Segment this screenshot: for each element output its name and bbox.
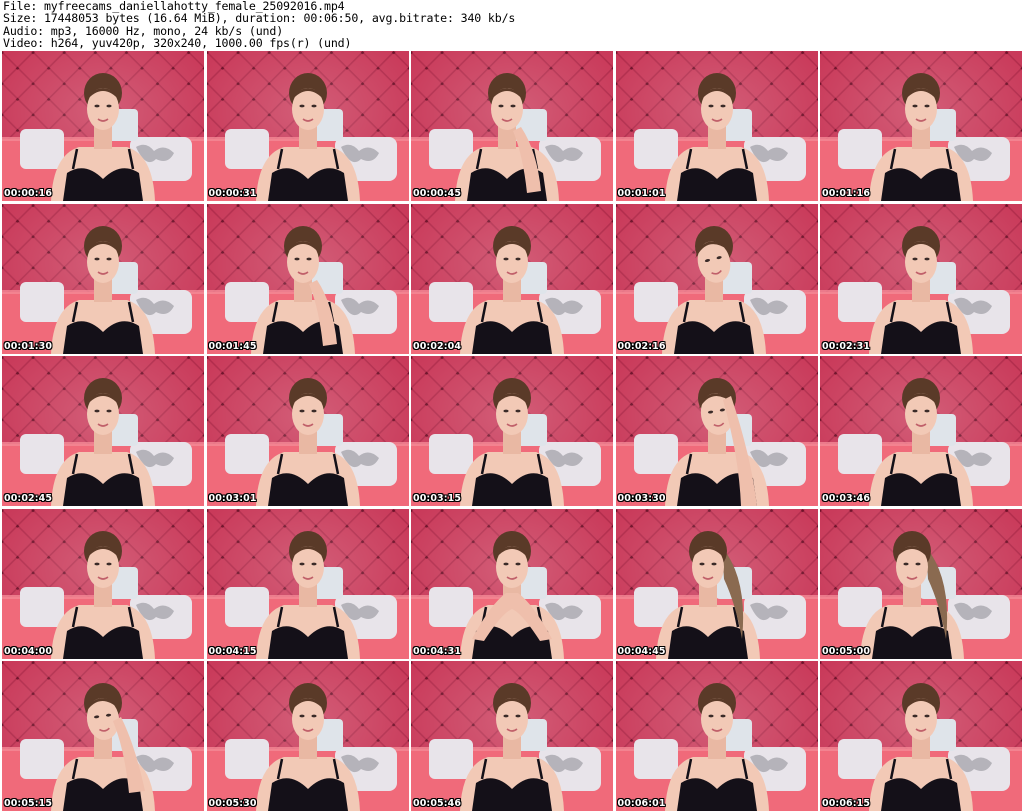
video-frame-thumbnail: 00:05:00	[820, 508, 1022, 659]
frame-timestamp: 00:03:01	[208, 493, 257, 504]
video-frame-thumbnail: 00:03:30	[615, 356, 818, 506]
frame-timestamp: 00:01:01	[617, 188, 666, 199]
video-frame-thumbnail: 00:06:01	[615, 661, 818, 811]
video-frame-thumbnail: 00:03:46	[820, 356, 1022, 506]
frame-timestamp: 00:05:00	[822, 645, 871, 657]
video-frame-thumbnail: 00:03:01	[206, 356, 409, 506]
frame-timestamp: 00:03:30	[617, 493, 666, 504]
frame-image	[411, 508, 613, 659]
thumbnail-grid: 00:00:16 00:00:31 00:00:45 00:01:01 00:01:16…	[2, 51, 1022, 811]
frame-timestamp: 00:04:45	[617, 645, 666, 657]
video-frame-thumbnail: 00:00:31	[206, 51, 409, 201]
video-frame-thumbnail: 00:04:00	[2, 508, 204, 659]
video-frame-thumbnail: 00:06:15	[820, 661, 1022, 811]
frame-image	[820, 508, 1022, 659]
video-frame-thumbnail: 00:01:16	[820, 51, 1022, 201]
frame-image	[615, 508, 818, 659]
frame-image	[2, 508, 204, 659]
frame-image	[615, 661, 818, 811]
frame-timestamp: 00:05:30	[208, 798, 257, 809]
file-size-line: Size: 17448053 bytes (16.64 MiB), durati…	[3, 11, 516, 26]
video-frame-thumbnail: 00:02:31	[820, 203, 1022, 354]
frame-image	[411, 51, 613, 201]
video-frame-thumbnail: 00:01:45	[206, 203, 409, 354]
video-frame-thumbnail: 00:05:15	[2, 661, 204, 811]
frame-image	[2, 203, 204, 354]
frame-timestamp: 00:03:15	[413, 493, 462, 504]
frame-timestamp: 00:02:31	[822, 340, 871, 352]
video-frame-thumbnail: 00:04:15	[206, 508, 409, 659]
video-frame-thumbnail: 00:04:45	[615, 508, 818, 659]
video-frame-thumbnail: 00:00:16	[2, 51, 204, 201]
frame-image	[206, 661, 409, 811]
frame-timestamp: 00:02:04	[413, 340, 462, 352]
frame-image	[2, 51, 204, 201]
video-frame-thumbnail: 00:02:45	[2, 356, 204, 506]
frame-image	[820, 356, 1022, 506]
frame-image	[615, 356, 818, 506]
frame-image	[206, 356, 409, 506]
frame-image	[820, 51, 1022, 201]
frame-timestamp: 00:04:15	[208, 645, 257, 657]
frame-image	[2, 661, 204, 811]
video-frame-thumbnail: 00:01:01	[615, 51, 818, 201]
video-frame-thumbnail: 00:02:16	[615, 203, 818, 354]
frame-image	[206, 203, 409, 354]
video-frame-thumbnail: 00:04:31	[411, 508, 613, 659]
frame-image	[615, 203, 818, 354]
frame-timestamp: 00:06:15	[822, 798, 871, 809]
frame-timestamp: 00:00:31	[208, 188, 257, 199]
frame-timestamp: 00:01:16	[822, 188, 871, 199]
video-frame-thumbnail: 00:05:46	[411, 661, 613, 811]
frame-image	[615, 51, 818, 201]
frame-image	[820, 203, 1022, 354]
frame-timestamp: 00:00:16	[4, 188, 53, 199]
video-info-line: Video: h264, yuv420p, 320x240, 1000.00 f…	[3, 36, 352, 51]
frame-timestamp: 00:02:16	[617, 340, 666, 352]
video-frame-thumbnail: 00:00:45	[411, 51, 613, 201]
frame-timestamp: 00:01:30	[4, 340, 53, 352]
frame-timestamp: 00:06:01	[617, 798, 666, 809]
video-frame-thumbnail: 00:03:15	[411, 356, 613, 506]
frame-image	[2, 356, 204, 506]
frame-image	[411, 356, 613, 506]
frame-image	[206, 51, 409, 201]
frame-timestamp: 00:02:45	[4, 493, 53, 504]
frame-timestamp: 00:05:46	[413, 798, 462, 809]
media-info-header: File: myfreecams_daniellahotty_female_25…	[3, 0, 1021, 50]
frame-image	[206, 508, 409, 659]
video-frame-thumbnail: 00:05:30	[206, 661, 409, 811]
frame-timestamp: 00:04:00	[4, 645, 53, 657]
frame-timestamp: 00:00:45	[413, 188, 462, 199]
frame-image	[820, 661, 1022, 811]
frame-image	[411, 661, 613, 811]
frame-image	[411, 203, 613, 354]
frame-timestamp: 00:01:45	[208, 340, 257, 352]
frame-timestamp: 00:03:46	[822, 493, 871, 504]
frame-timestamp: 00:05:15	[4, 798, 53, 809]
video-frame-thumbnail: 00:01:30	[2, 203, 204, 354]
frame-timestamp: 00:04:31	[413, 645, 462, 657]
video-frame-thumbnail: 00:02:04	[411, 203, 613, 354]
